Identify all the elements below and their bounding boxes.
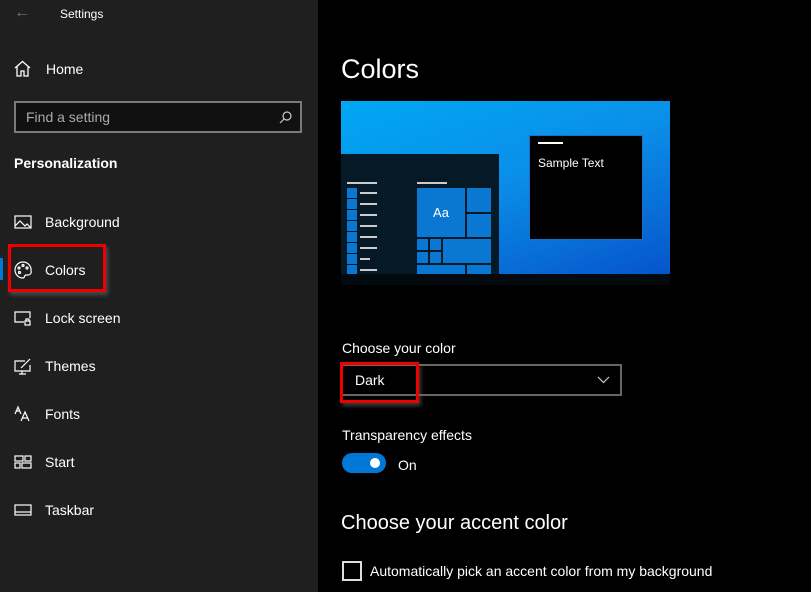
- highlight-box: [340, 362, 419, 403]
- sidebar-item-lock-screen[interactable]: Lock screen: [0, 298, 318, 338]
- transparency-label: Transparency effects: [342, 427, 472, 443]
- transparency-toggle[interactable]: [342, 453, 386, 473]
- themes-icon: [14, 358, 31, 375]
- home-link[interactable]: Home: [14, 60, 83, 77]
- page-title: Colors: [341, 54, 420, 84]
- sidebar-item-themes[interactable]: Themes: [0, 346, 318, 386]
- search-input[interactable]: Find a setting: [14, 101, 302, 133]
- choose-color-label: Choose your color: [342, 340, 456, 356]
- lock-screen-icon: [14, 311, 31, 326]
- toggle-state: On: [398, 457, 417, 473]
- sidebar: ← Settings Home Find a setting Personali…: [0, 0, 318, 592]
- search-icon[interactable]: [279, 110, 292, 124]
- accent-title: Choose your accent color: [341, 512, 568, 534]
- fonts-icon: [14, 405, 30, 422]
- sidebar-item-start[interactable]: Start: [0, 442, 318, 482]
- home-label: Home: [46, 60, 84, 77]
- section-title: Personalization: [14, 155, 118, 171]
- sidebar-item-background[interactable]: Background: [0, 202, 318, 242]
- sidebar-item-taskbar[interactable]: Taskbar: [0, 490, 318, 530]
- sidebar-item-label: Lock screen: [45, 310, 121, 326]
- sidebar-item-label: Colors: [45, 262, 86, 278]
- image-icon: [14, 215, 32, 229]
- sample-window-preview: Sample Text: [529, 135, 643, 240]
- sidebar-item-colors[interactable]: Colors: [0, 250, 318, 290]
- palette-icon: [14, 261, 32, 279]
- sidebar-item-label: Background: [45, 214, 120, 230]
- theme-preview: Aa Sample Text: [341, 101, 670, 285]
- sidebar-item-fonts[interactable]: Fonts: [0, 394, 318, 434]
- chevron-down-icon: [597, 376, 610, 384]
- start-menu-preview: Aa: [341, 154, 499, 275]
- back-arrow-icon[interactable]: ←: [14, 4, 30, 22]
- sidebar-item-label: Start: [45, 454, 75, 470]
- sample-text: Sample Text: [538, 156, 604, 170]
- sidebar-item-label: Fonts: [45, 406, 81, 422]
- sidebar-item-label: Themes: [45, 358, 96, 374]
- auto-accent-checkbox[interactable]: [342, 561, 362, 581]
- taskbar-icon: [14, 504, 32, 516]
- app-title: Settings: [60, 7, 104, 21]
- sidebar-item-label: Taskbar: [45, 502, 95, 518]
- auto-accent-label[interactable]: Automatically pick an accent color from …: [370, 563, 712, 579]
- taskbar-preview: [341, 274, 670, 285]
- search-placeholder: Find a setting: [26, 109, 111, 125]
- preview-tile: Aa: [417, 188, 465, 237]
- start-icon: [14, 455, 32, 469]
- home-icon: [14, 60, 31, 77]
